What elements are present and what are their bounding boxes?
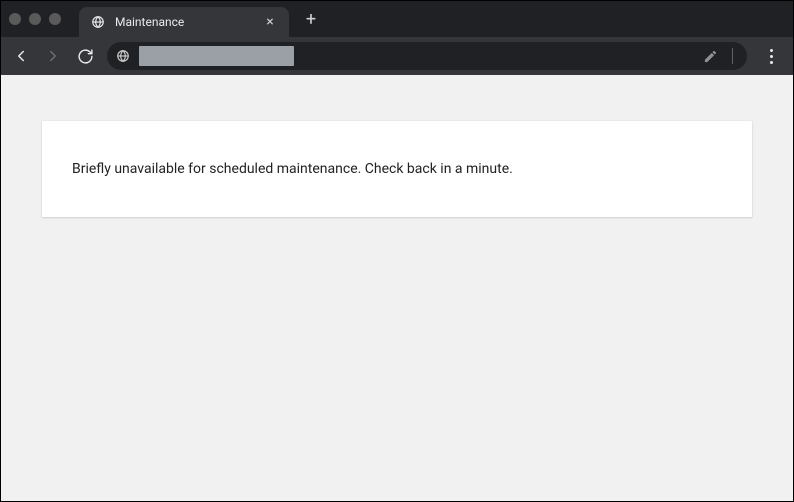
tab-bar: Maintenance × + [1, 1, 793, 37]
browser-window: Maintenance × + [1, 1, 793, 501]
menu-dot-icon [770, 55, 773, 58]
window-minimize-dot[interactable] [29, 13, 41, 25]
new-tab-button[interactable]: + [301, 9, 321, 30]
close-tab-icon[interactable]: × [263, 15, 277, 29]
toolbar [1, 37, 793, 75]
browser-tab[interactable]: Maintenance × [79, 7, 289, 37]
edit-url-icon[interactable] [702, 48, 718, 64]
forward-button[interactable] [43, 46, 63, 66]
reload-button[interactable] [75, 46, 95, 66]
browser-menu-button[interactable] [759, 44, 783, 68]
tab-title: Maintenance [115, 15, 253, 29]
menu-dot-icon [770, 49, 773, 52]
menu-dot-icon [770, 61, 773, 64]
url-selection[interactable] [139, 46, 294, 66]
maintenance-card: Briefly unavailable for scheduled mainte… [42, 121, 752, 217]
window-controls [9, 13, 61, 25]
back-button[interactable] [11, 46, 31, 66]
omnibox-separator [732, 48, 733, 64]
window-close-dot[interactable] [9, 13, 21, 25]
window-zoom-dot[interactable] [49, 13, 61, 25]
site-info-icon[interactable] [115, 48, 131, 64]
page-viewport: Briefly unavailable for scheduled mainte… [1, 75, 793, 501]
globe-icon [91, 15, 105, 29]
maintenance-message: Briefly unavailable for scheduled mainte… [72, 161, 722, 177]
address-bar[interactable] [107, 42, 747, 70]
